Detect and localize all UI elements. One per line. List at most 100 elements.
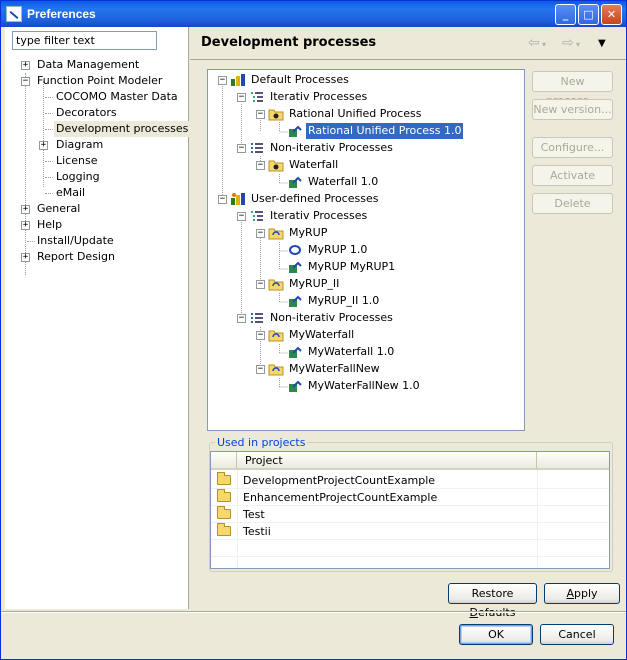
view-menu-icon[interactable]: ▼ (598, 38, 606, 49)
apply-label-mnemonic: A (566, 587, 574, 600)
table-row[interactable]: Test (211, 506, 609, 523)
preferences-app-icon (6, 6, 22, 22)
nav-item-label: Diagram (56, 138, 104, 151)
collapse-icon[interactable]: − (256, 280, 265, 289)
tree-node-label: MyRUP 1.0 (308, 243, 368, 256)
tree-node-label: MyRUP_II (289, 277, 340, 290)
collapse-icon[interactable]: − (256, 229, 265, 238)
restore-defaults-button[interactable]: Restore Defaults (448, 583, 537, 619)
restore-label-a: Restore (471, 587, 514, 600)
tree-node-label: Default Processes (251, 73, 349, 86)
collapse-icon[interactable]: − (237, 144, 246, 153)
minimize-button[interactable]: _ (555, 3, 576, 25)
nav-item-label: General (37, 202, 81, 215)
forward-dropdown-icon[interactable]: ▾ (576, 40, 580, 49)
expand-icon[interactable]: + (21, 61, 30, 70)
title-bar[interactable]: Preferences _ □ ✕ (1, 1, 626, 27)
user-process-folder-icon (268, 279, 284, 291)
tree-node-label: User-defined Processes (251, 192, 379, 205)
ok-button[interactable]: OK (459, 624, 533, 645)
project-name: Testii (243, 525, 271, 538)
window-title: Preferences (27, 7, 96, 21)
process-version-icon (289, 125, 302, 137)
collapse-icon[interactable]: − (256, 161, 265, 170)
list-icon (251, 211, 263, 221)
configure-button[interactable]: Configure... (532, 137, 613, 158)
nav-item-label: Install/Update (37, 234, 114, 247)
activate-button[interactable]: Activate (532, 165, 613, 186)
tree-node-label: MyRUP (289, 226, 328, 239)
apply-label: pply (574, 587, 598, 600)
process-group-icon (231, 74, 245, 86)
user-process-folder-icon (268, 364, 284, 376)
nav-item-label: Logging (56, 170, 100, 183)
collapse-icon[interactable]: − (256, 110, 265, 119)
list-icon (251, 313, 263, 323)
back-dropdown-icon[interactable]: ▾ (542, 40, 546, 49)
tree-node-label: MyWaterFallNew (289, 362, 380, 375)
collapse-icon[interactable]: − (218, 195, 227, 204)
preference-nav-pane: + Data Management − Function Point Model… (5, 27, 191, 609)
nav-item-label: eMail (56, 186, 86, 199)
new-process-button[interactable]: New process... (532, 71, 613, 107)
list-icon (251, 92, 263, 102)
folder-open-icon (217, 489, 231, 502)
apply-button[interactable]: Apply (544, 583, 620, 604)
page-header: Development processes ⇦ ▾ ⇨ ▾ ▼ (190, 27, 626, 59)
collapse-icon[interactable]: − (237, 212, 246, 221)
icon-column-header[interactable] (211, 452, 237, 470)
collapse-icon[interactable]: − (237, 314, 246, 323)
process-version-icon (289, 261, 302, 273)
folder-open-icon (217, 472, 231, 485)
tree-node-label: MyWaterfall (289, 328, 355, 341)
maximize-button[interactable]: □ (578, 3, 599, 25)
collapse-icon[interactable]: − (218, 76, 227, 85)
collapse-icon[interactable]: − (256, 331, 265, 340)
process-version-icon (289, 380, 302, 392)
page-title: Development processes (201, 35, 377, 50)
collapse-icon[interactable]: − (256, 365, 265, 374)
expand-icon[interactable]: + (21, 253, 30, 262)
table-row[interactable]: DevelopmentProjectCountExample (211, 472, 609, 489)
process-version-icon (289, 346, 302, 358)
collapse-icon[interactable]: − (237, 93, 246, 102)
filter-input[interactable] (12, 31, 157, 50)
close-button[interactable]: ✕ (601, 3, 622, 25)
list-icon (251, 143, 263, 153)
folder-open-icon (217, 523, 231, 536)
tree-node-label: Waterfall 1.0 (308, 175, 379, 188)
back-arrow-icon[interactable]: ⇦ (528, 35, 540, 51)
expand-icon[interactable]: + (39, 141, 48, 150)
forward-arrow-icon[interactable]: ⇨ (562, 35, 574, 51)
process-folder-icon (268, 109, 284, 121)
process-tree[interactable]: − Default Processes − Iterativ Processes… (207, 69, 525, 431)
process-folder-icon (268, 160, 284, 172)
preferences-window: Preferences _ □ ✕ + Data Management − Fu… (0, 0, 627, 660)
table-row[interactable]: Testii (211, 523, 609, 540)
project-column-header[interactable]: Project (237, 452, 537, 470)
nav-item-label: Development processes (54, 121, 191, 137)
process-cycle-icon (289, 245, 301, 255)
process-version-icon (289, 176, 302, 188)
extra-column-header[interactable] (537, 452, 609, 470)
expand-icon[interactable]: + (21, 221, 30, 230)
nav-item-label: Help (37, 218, 63, 231)
table-row-empty (211, 540, 609, 557)
new-version-button[interactable]: New version... (532, 99, 613, 120)
collapse-icon[interactable]: − (21, 77, 30, 86)
delete-button[interactable]: Delete (532, 193, 613, 214)
process-version-icon (289, 295, 302, 307)
project-name: EnhancementProjectCountExample (243, 491, 438, 504)
nav-item-label: Data Management (37, 58, 140, 71)
tree-node-label: Iterativ Processes (270, 90, 368, 103)
tree-node-label: Waterfall (289, 158, 339, 171)
tree-node-label: Non-iterativ Processes (270, 141, 393, 154)
expand-icon[interactable]: + (21, 205, 30, 214)
table-row[interactable]: EnhancementProjectCountExample (211, 489, 609, 506)
bottom-divider (1, 611, 626, 613)
cancel-button[interactable]: Cancel (540, 624, 614, 645)
projects-table[interactable]: Project DevelopmentProjectCountExample E… (210, 451, 610, 569)
tree-node-label: Non-iterativ Processes (270, 311, 393, 324)
user-process-folder-icon (268, 330, 284, 342)
tree-node-label: Iterativ Processes (270, 209, 368, 222)
